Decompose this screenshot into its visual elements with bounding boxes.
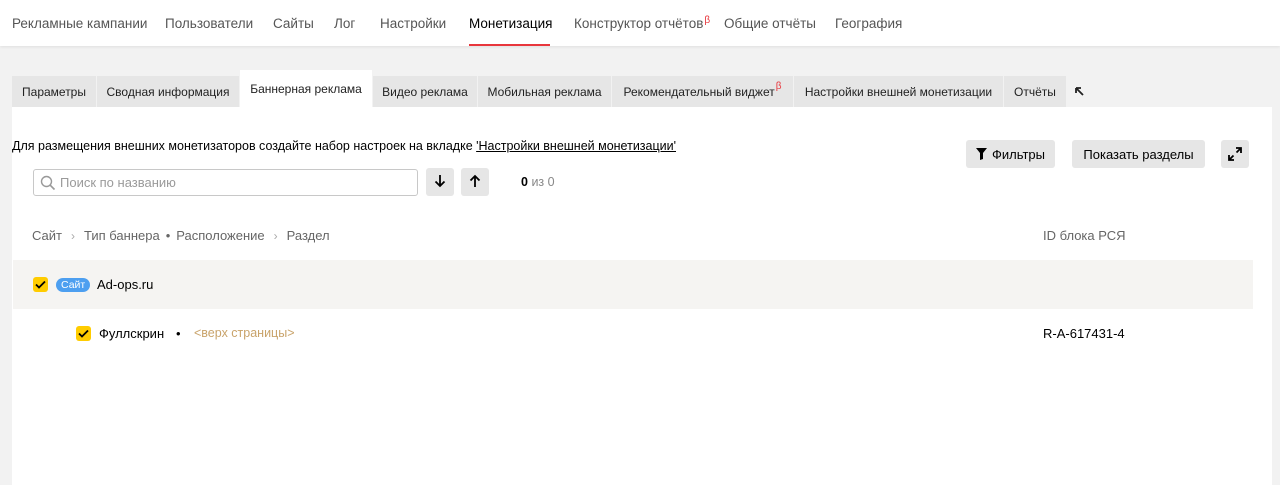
- tab-banner-ads[interactable]: Баннерная реклама: [240, 70, 372, 107]
- bullet-separator: •: [165, 228, 171, 243]
- chevron-right-icon: ›: [273, 228, 278, 243]
- counter-current: 0: [521, 175, 528, 189]
- tab-summary[interactable]: Сводная информация: [97, 76, 239, 107]
- search-result-counter: 0 из 0: [521, 175, 555, 189]
- site-checkbox[interactable]: [33, 277, 48, 292]
- check-icon: [35, 280, 46, 289]
- block-position: <верх страницы>: [194, 326, 295, 340]
- check-icon: [78, 329, 89, 338]
- next-result-button[interactable]: [426, 168, 454, 196]
- nav-item-report-builder-label: Конструктор отчётов: [574, 16, 704, 31]
- info-text: Для размещения внешних монетизаторов соз…: [12, 139, 477, 153]
- nav-item-monetization[interactable]: Монетизация: [469, 16, 552, 31]
- show-sections-button[interactable]: Показать разделы: [1072, 140, 1205, 168]
- block-type-name: Фуллскрин: [99, 326, 165, 341]
- chevron-right-icon: ›: [70, 228, 75, 243]
- breadcrumb-site: Сайт: [32, 228, 62, 243]
- filter-icon: [975, 148, 987, 160]
- bullet-separator: •: [176, 326, 181, 341]
- tab-recommendation-widget[interactable]: Рекомендательный виджет β: [612, 76, 793, 107]
- nav-item-log[interactable]: Лог: [334, 16, 355, 31]
- active-nav-underline: [469, 44, 550, 46]
- expand-button[interactable]: [1221, 140, 1249, 168]
- tab-reports[interactable]: Отчёты: [1004, 76, 1066, 107]
- tab-external-monetization[interactable]: Настройки внешней монетизации: [794, 76, 1003, 107]
- block-id: R-A-617431-4: [1043, 326, 1125, 341]
- nav-item-report-builder[interactable]: Конструктор отчётовβ: [574, 15, 711, 31]
- block-checkbox[interactable]: [76, 326, 91, 341]
- site-name[interactable]: Ad-ops.ru: [97, 277, 153, 292]
- beta-badge: β: [704, 15, 711, 26]
- arrow-down-icon: [434, 174, 446, 191]
- tab-parameters[interactable]: Параметры: [12, 76, 96, 107]
- search-icon: [40, 175, 56, 194]
- nav-item-sites[interactable]: Сайты: [273, 16, 314, 31]
- arrow-up-icon: [469, 174, 481, 191]
- info-message: Для размещения внешних монетизаторов соз…: [12, 139, 676, 153]
- prev-result-button[interactable]: [461, 168, 489, 196]
- tab-mobile-ads[interactable]: Мобильная реклама: [478, 76, 611, 107]
- breadcrumb-section: Раздел: [286, 228, 330, 243]
- search-input[interactable]: [60, 173, 400, 192]
- nav-item-geography[interactable]: География: [835, 16, 902, 31]
- tree-breadcrumb: Сайт › Тип баннера • Расположение › Разд…: [32, 228, 330, 243]
- block-id-column-header: ID блока РСЯ: [1043, 228, 1126, 243]
- tab-video-ads[interactable]: Видео реклама: [373, 76, 477, 107]
- nav-item-common-reports[interactable]: Общие отчёты: [724, 16, 816, 31]
- site-row: [13, 260, 1253, 309]
- nav-item-campaigns[interactable]: Рекламные кампании: [12, 16, 147, 31]
- filters-label: Фильтры: [991, 146, 1045, 162]
- search-field[interactable]: [33, 169, 418, 196]
- nav-item-users[interactable]: Пользователи: [165, 16, 253, 31]
- tab-recommendation-widget-label: Рекомендательный виджет: [623, 84, 775, 99]
- nav-item-settings[interactable]: Настройки: [380, 16, 446, 31]
- breadcrumb-position: Расположение: [176, 228, 265, 243]
- site-badge: Сайт: [56, 278, 91, 292]
- external-monetization-link[interactable]: 'Настройки внешней монетизации': [476, 139, 676, 153]
- expand-icon: [1228, 147, 1242, 161]
- arrow-up-left-icon[interactable]: [1072, 84, 1088, 100]
- top-navigation: Рекламные кампании Пользователи Сайты Ло…: [0, 0, 1280, 46]
- filters-button[interactable]: Фильтры: [966, 140, 1055, 168]
- counter-total: из 0: [531, 175, 555, 189]
- beta-badge: β: [775, 81, 782, 92]
- breadcrumb-banner-type: Тип баннера: [83, 228, 160, 243]
